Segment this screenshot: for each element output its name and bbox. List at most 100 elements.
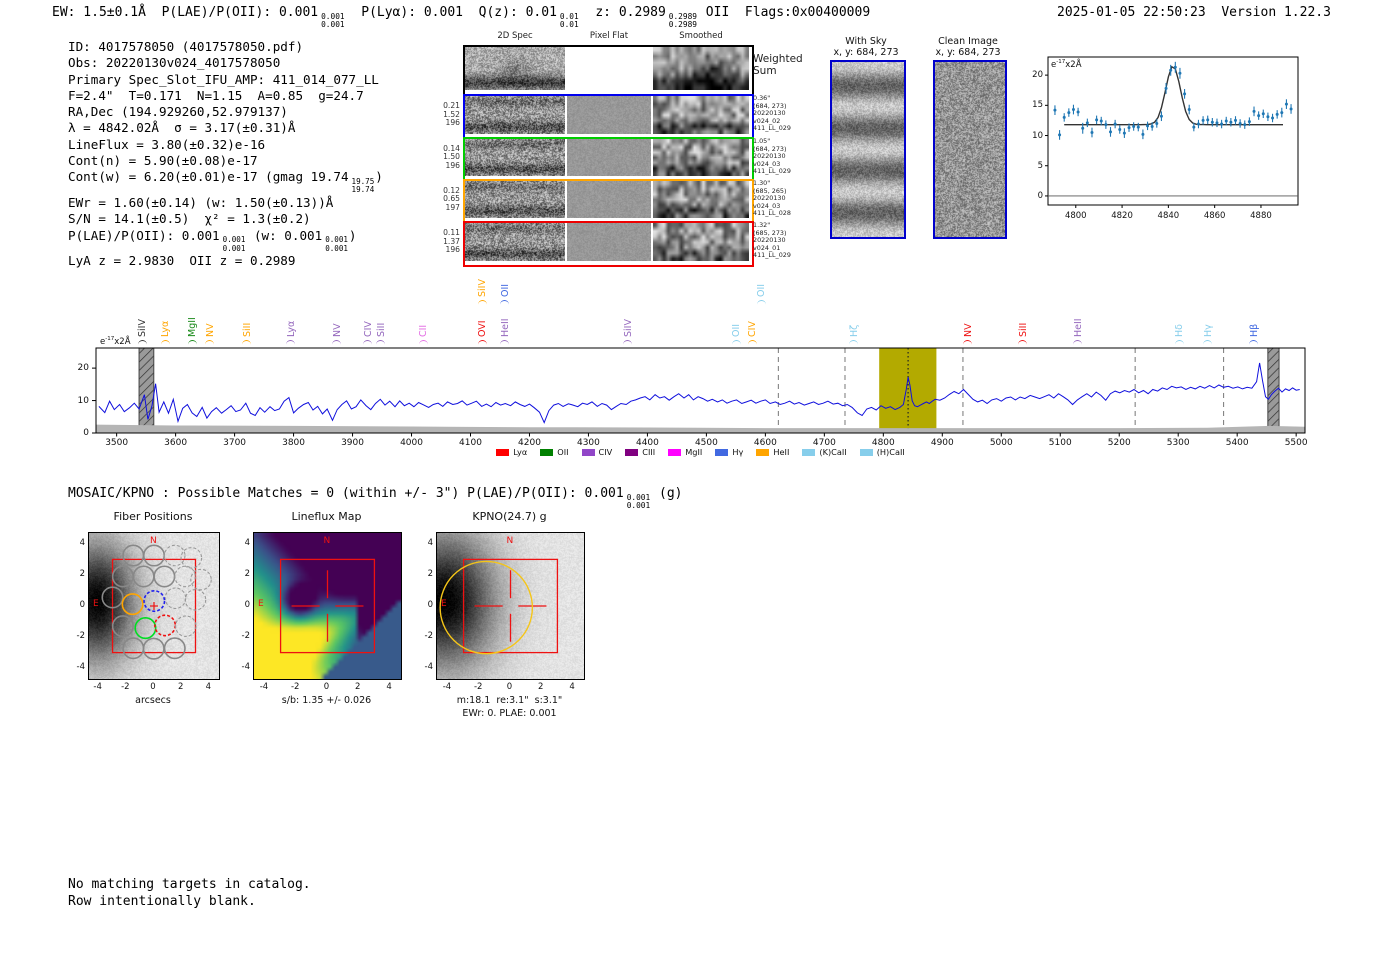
- masked-band: [1268, 348, 1279, 433]
- cutout-xtick: 2: [178, 682, 183, 692]
- legend-label: MgII: [685, 447, 702, 457]
- line-label-Hβ: Hβ: [1249, 324, 1260, 337]
- mosaic-kpno-line: MOSAIC/KPNO : Possible Matches = 0 (with…: [68, 486, 683, 511]
- cutout-ytick: 4: [245, 538, 250, 548]
- legend-item-Hγ: Hγ: [715, 447, 743, 457]
- cutout-panel-gal: [88, 532, 220, 680]
- cutout-ytick: -4: [425, 662, 433, 672]
- north-label: N: [150, 536, 157, 546]
- line-label-NV: NV: [205, 323, 216, 337]
- cutout-xtick: -2: [291, 682, 299, 692]
- line-label-SiIV: SiIV: [137, 319, 148, 337]
- cutout-ytick: -2: [242, 631, 250, 641]
- line-label-SiII: SiII: [376, 323, 387, 337]
- north-label: N: [324, 536, 331, 546]
- cutout-ytick: 2: [245, 569, 250, 579]
- cutout-xtick: 0: [150, 682, 155, 692]
- cutout-ytick: 0: [428, 600, 433, 610]
- line-label-OII: OII: [756, 284, 767, 297]
- ytick-label: 0: [83, 428, 89, 438]
- masked-band: [139, 348, 154, 433]
- ytick-label: 20: [78, 363, 89, 373]
- line-label-MgII: MgII: [187, 317, 198, 337]
- line-label-brace: [963, 340, 972, 345]
- cutout-ytick: 0: [245, 600, 250, 610]
- fiber-circle: [123, 545, 143, 565]
- cutout-ytick: 4: [428, 538, 433, 548]
- line-label-brace: [757, 300, 766, 305]
- cutout-ytick: 2: [80, 569, 85, 579]
- cutout-panel-lineflux: [253, 532, 402, 680]
- fiber-circle: [143, 638, 163, 658]
- cutout-xtick: -2: [474, 682, 482, 692]
- cutout-xtick: 4: [206, 682, 211, 692]
- legend-item-Lyα: Lyα: [496, 447, 527, 457]
- legend-item-(H)CaII: (H)CaII: [860, 447, 905, 457]
- cutout-caption: m:18.1 re:3.1" s:3.1": [457, 695, 563, 706]
- legend-item-CIII: CIII: [625, 447, 655, 457]
- east-label: E: [258, 599, 264, 609]
- legend-label: (H)CaII: [877, 447, 905, 457]
- line-label-SiIV: SiIV: [623, 319, 634, 337]
- legend-label: (K)CaII: [819, 447, 846, 457]
- fiber-circle: [122, 594, 142, 614]
- fiber-circle: [154, 566, 174, 586]
- legend-swatch: [802, 449, 815, 456]
- line-label-brace: [849, 340, 858, 345]
- line-label-brace: [419, 340, 428, 345]
- spectrum-svg: [0, 0, 1400, 480]
- cutout-overlay: [254, 533, 401, 679]
- line-label-brace: [1203, 340, 1212, 345]
- catalog-note-line: No matching targets in catalog.: [68, 876, 311, 893]
- line-label-NV: NV: [332, 323, 343, 337]
- line-label-brace: [748, 340, 757, 345]
- spectrum-legend: Lyα OII CIV CIII MgII Hγ HeII (K)CaII (H)CaII: [96, 447, 1305, 457]
- legend-swatch: [540, 449, 553, 456]
- fiber-circle: [144, 545, 164, 565]
- line-label-brace: [732, 340, 741, 345]
- ytick-label: 10: [78, 396, 89, 406]
- cutout-xtick: 2: [538, 682, 543, 692]
- legend-label: HeII: [773, 447, 789, 457]
- cutout-caption: EWr: 0. PLAE: 0.001: [462, 708, 556, 719]
- cutout-caption: s/b: 1.35 +/- 0.026: [282, 695, 371, 706]
- fiber-circle: [123, 638, 143, 658]
- line-label-SiIV: SiIV: [477, 279, 488, 297]
- line-label-HeII: HeII: [1073, 318, 1084, 337]
- cutout-overlay: [437, 533, 584, 679]
- legend-label: Lyα: [513, 447, 527, 457]
- line-label-OII: OII: [500, 284, 511, 297]
- legend-item-(K)CaII: (K)CaII: [802, 447, 846, 457]
- line-label-brace: [188, 340, 197, 345]
- cutout-panel-gal: [436, 532, 585, 680]
- east-label: E: [93, 599, 99, 609]
- fiber-circle: [175, 566, 195, 586]
- fiber-circle: [191, 569, 211, 589]
- legend-swatch: [756, 449, 769, 456]
- line-label-brace: [205, 340, 214, 345]
- line-label-Hγ: Hγ: [1203, 324, 1214, 337]
- line-label-NV: NV: [963, 323, 974, 337]
- cutout-title: Fiber Positions: [114, 511, 193, 522]
- north-label: N: [507, 536, 514, 546]
- line-label-brace: [286, 340, 295, 345]
- cutout-ytick: -4: [242, 662, 250, 672]
- line-label-Hδ: Hδ: [1174, 324, 1185, 337]
- fiber-circle: [113, 566, 133, 586]
- cutout-title: Lineflux Map: [291, 511, 361, 522]
- line-label-SiII: SiII: [1018, 323, 1029, 337]
- cutout-title: KPNO(24.7) g: [472, 511, 546, 522]
- fiber-circle: [176, 616, 196, 636]
- cutout-xtick: -4: [260, 682, 268, 692]
- aperture-circle: [440, 561, 532, 653]
- cutout-xtick: 0: [324, 682, 329, 692]
- east-label: E: [441, 599, 447, 609]
- cutout-overlay: [89, 533, 219, 679]
- full-spectrum-plot: 3500 3600 3700 3800 3900 4000 4100 4200 4300 4400…: [0, 0, 1400, 480]
- cutout-ytick: 0: [80, 600, 85, 610]
- line-label-brace: [376, 340, 385, 345]
- cutout-ytick: 4: [80, 538, 85, 548]
- cutout-xtick: -4: [443, 682, 451, 692]
- spectrum-unit-label: e-17x2Å: [100, 336, 131, 347]
- line-label-Hζ: Hζ: [849, 325, 860, 337]
